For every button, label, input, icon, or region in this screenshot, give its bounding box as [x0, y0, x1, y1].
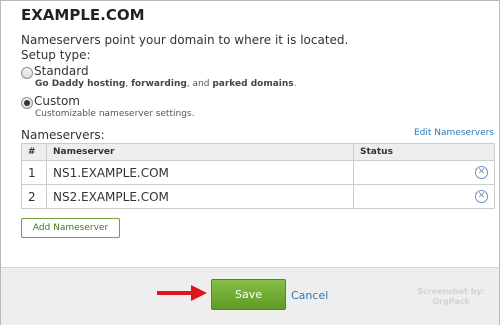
option-standard-label[interactable]: Standard [34, 64, 89, 78]
add-nameserver-button[interactable]: Add Nameserver [21, 218, 120, 238]
option-custom-description: Customizable nameserver settings. [35, 109, 195, 119]
table-header-row: # Nameserver Status [21, 143, 495, 161]
nameserver-value: NS2.EXAMPLE.COM [46, 184, 354, 209]
row-number: 2 [21, 184, 47, 209]
setup-type-label: Setup type: [21, 48, 91, 62]
status-cell: ✕ [353, 184, 495, 209]
column-header-number: # [21, 143, 47, 161]
nameserver-table: # Nameserver Status 1 NS1.EXAMPLE.COM ✕ … [21, 143, 495, 209]
watermark-line-1: Screenshot by: [417, 287, 485, 296]
page-title: EXAMPLE.COM [21, 6, 145, 24]
column-header-nameserver: Nameserver [46, 143, 354, 161]
save-button[interactable]: Save [211, 279, 286, 310]
nameserver-value: NS1.EXAMPLE.COM [46, 160, 354, 185]
red-arrow-icon [157, 285, 207, 301]
radio-standard[interactable] [21, 67, 33, 79]
option-standard-description: Go Daddy hosting, forwarding, and parked… [35, 79, 297, 89]
table-row: 2 NS2.EXAMPLE.COM ✕ [21, 184, 495, 209]
cancel-link[interactable]: Cancel [291, 289, 328, 302]
table-row: 1 NS1.EXAMPLE.COM ✕ [21, 160, 495, 185]
remove-icon[interactable]: ✕ [475, 166, 488, 179]
watermark-line-2: OrgPack [432, 297, 470, 306]
option-custom-label[interactable]: Custom [34, 94, 80, 108]
remove-icon[interactable]: ✕ [475, 190, 488, 203]
edit-nameservers-link[interactable]: Edit Nameservers [414, 128, 494, 138]
nameservers-label: Nameservers: [21, 128, 105, 142]
watermark: Screenshot by: OrgPack [416, 287, 486, 307]
row-number: 1 [21, 160, 47, 185]
status-cell: ✕ [353, 160, 495, 185]
radio-custom[interactable] [21, 97, 33, 109]
nameserver-description: Nameservers point your domain to where i… [21, 33, 349, 47]
column-header-status: Status [353, 143, 495, 161]
